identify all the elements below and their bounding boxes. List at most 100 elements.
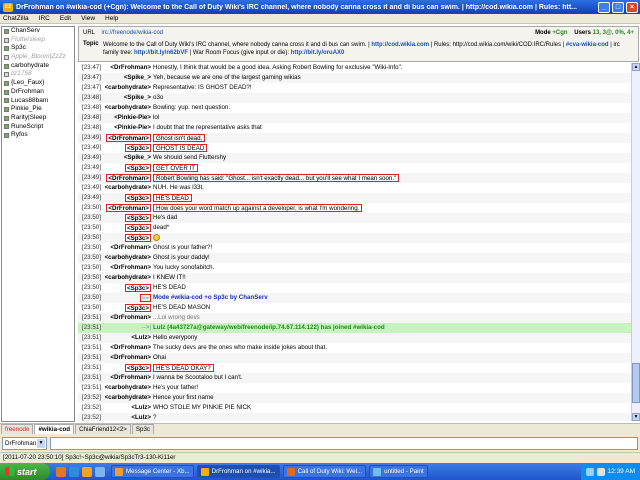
message-text: Hence your first name <box>153 394 214 401</box>
taskbar-window-button[interactable]: Call of Duty Wiki: Wel... <box>282 465 367 478</box>
network-icon[interactable] <box>585 467 594 476</box>
chat-line: [23:47] <carbohydrate> Representative: IS … <box>78 83 631 93</box>
message-nick[interactable]: <Sp3c> <box>124 164 151 172</box>
volume-icon[interactable] <box>596 467 605 476</box>
user-list-item[interactable]: DrFrohman <box>2 88 74 97</box>
message-nick[interactable]: <Spike_> <box>124 93 151 103</box>
chat-line: [23:51] <Lulz> Hello everypony <box>78 333 631 343</box>
message-nick[interactable]: <DrFrohman> <box>110 313 151 323</box>
message-nick[interactable]: <carbohydrate> <box>105 273 151 283</box>
message-nick[interactable]: <DrFrohman> <box>110 263 151 273</box>
user-list-item[interactable]: RuneScript <box>2 123 74 132</box>
user-list-item[interactable]: Sp3c <box>2 44 74 53</box>
user-list-item[interactable]: liz1758 <box>2 70 74 79</box>
message-text: Bowling: yup. next question. <box>153 104 231 111</box>
message-nick[interactable]: <DrFrohman> <box>106 134 151 142</box>
view-tab[interactable]: freenode <box>1 424 34 434</box>
window-title-bar[interactable]: cz DrFrohman on #wikia-cod (+Cgn): Welco… <box>0 0 640 14</box>
taskbar-window-button[interactable]: Message Center - Xb... <box>111 465 194 478</box>
user-list-item[interactable]: Pinkie_Pie <box>2 105 74 114</box>
menu-help[interactable]: Help <box>105 15 118 22</box>
scroll-up-arrow-icon[interactable]: ▲ <box>632 63 640 71</box>
user-list-item[interactable]: Fluttersleep <box>2 36 74 45</box>
clock[interactable]: 12:39 AM <box>608 468 635 475</box>
channel-topic[interactable]: Welcome to the Call of Duty Wiki's IRC c… <box>103 41 631 57</box>
message-nick[interactable]: <Sp3c> <box>124 224 151 232</box>
chat-line: [23:48] <Spike_> o3o <box>78 93 631 103</box>
message-nick[interactable]: <Spike_> <box>124 73 151 83</box>
chat-scrollbar[interactable]: ▲ ▼ <box>631 63 640 421</box>
scroll-down-arrow-icon[interactable]: ▼ <box>632 413 640 421</box>
taskbar-window-button[interactable]: DrFrohman on #wikia... <box>196 465 280 478</box>
message-nick[interactable]: <Pinkie-Pie> <box>114 113 151 123</box>
message-nick[interactable]: <carbohydrate> <box>105 383 151 393</box>
topic-link-wiki[interactable]: http://cod.wikia.com <box>371 42 429 48</box>
message-nick[interactable]: <carbohydrate> <box>105 183 151 193</box>
message-nick[interactable]: <Lulz> <box>131 333 151 343</box>
user-list-item[interactable]: Lucas88bam <box>2 97 74 106</box>
message-nick[interactable]: <DrFrohman> <box>106 174 151 182</box>
message-nick[interactable]: <Sp3c> <box>124 234 151 242</box>
scroll-thumb[interactable] <box>632 363 640 403</box>
message-nick[interactable]: <Spike_> <box>124 153 151 163</box>
ie-icon[interactable] <box>69 466 79 477</box>
chat-line: [23:50] <carbohydrate> Ghost is your daddy… <box>78 253 631 263</box>
menu-chatzilla[interactable]: ChatZilla <box>3 15 29 22</box>
taskbar-window-button[interactable]: untitled - Paint <box>369 465 428 478</box>
message-nick[interactable]: <Lulz> <box>131 413 151 421</box>
message-nick[interactable]: <DrFrohman> <box>110 343 151 353</box>
media-player-icon[interactable] <box>82 466 92 477</box>
view-tab[interactable]: Sp3c <box>131 424 155 434</box>
user-list[interactable]: ChanServ Fluttersleep Sp3c Apple_Bloom|ZzZz… <box>1 26 75 422</box>
chat-line: [23:49] <DrFrohman> Robert Bowling has sai… <box>78 173 631 183</box>
message-nick[interactable]: <carbohydrate> <box>105 83 151 93</box>
message-nick[interactable]: <carbohydrate> <box>105 393 151 403</box>
message-nick[interactable]: <Sp3c> <box>124 144 151 152</box>
message-nick[interactable]: -->| <box>142 323 151 333</box>
minimize-button[interactable]: _ <box>598 1 610 13</box>
message-nick[interactable]: <Sp3c> <box>124 304 151 312</box>
message-input[interactable] <box>50 436 638 450</box>
start-button[interactable]: start <box>0 463 50 480</box>
user-list-item[interactable]: Rarity|Sleep <box>2 114 74 123</box>
menu-view[interactable]: View <box>81 15 95 22</box>
windows-logo-icon <box>5 467 14 476</box>
chat-log[interactable]: [23:47] <DrFrohman> Honestly, I think that… <box>78 63 631 421</box>
channel-url[interactable]: irc://freenode/wikia-cod <box>101 30 163 36</box>
message-nick[interactable]: <Sp3c> <box>124 194 151 202</box>
message-nick[interactable]: <Sp3c> <box>124 284 151 292</box>
message-nick[interactable]: <DrFrohman> <box>110 353 151 363</box>
chat-line: [23:50] <Sp3c> HE'S DEAD <box>78 283 631 293</box>
user-list-item[interactable]: ChanServ <box>2 27 74 36</box>
user-list-item[interactable]: carbohydrate <box>2 62 74 71</box>
topic-link-family-tree[interactable]: http://bit.ly/n62bVF <box>134 50 188 56</box>
user-list-item[interactable]: Apple_Bloom|ZzZz <box>2 53 74 62</box>
message-nick[interactable]: <DrFrohman> <box>110 373 151 383</box>
chat-line: [23:51] <DrFrohman> Ohai <box>78 353 631 363</box>
maximize-button[interactable]: □ <box>612 1 624 13</box>
message-nick[interactable]: <DrFrohman> <box>110 63 151 73</box>
topic-link-war-room[interactable]: http://bit.ly/oruAX0 <box>291 50 345 56</box>
close-button[interactable]: × <box>626 1 638 13</box>
message-timestamp: [23:47] <box>82 84 101 91</box>
view-tab[interactable]: ChiaFriend12<2> <box>75 424 131 434</box>
message-nick[interactable]: <Sp3c> <box>124 364 151 372</box>
message-nick[interactable]: <carbohydrate> <box>105 253 151 263</box>
user-list-item[interactable]: Ryfos <box>2 131 74 140</box>
message-nick[interactable]: <DrFrohman> <box>110 243 151 253</box>
message-nick[interactable]: <carbohydrate> <box>105 103 151 113</box>
message-timestamp: [23:50] <box>82 254 101 261</box>
message-nick[interactable]: <Lulz> <box>131 403 151 413</box>
message-nick[interactable]: == <box>139 294 151 302</box>
message-nick[interactable]: <DrFrohman> <box>106 204 151 212</box>
topic-link-channel[interactable]: #cva-wikia-cod <box>566 42 609 48</box>
show-desktop-icon[interactable] <box>95 466 105 477</box>
user-list-item[interactable]: {Leo_Faux} <box>2 79 74 88</box>
menu-edit[interactable]: Edit <box>60 15 71 22</box>
firefox-icon[interactable] <box>56 466 66 477</box>
message-nick[interactable]: <Pinkie-Pie> <box>114 123 151 133</box>
nickname-button[interactable]: DrFrohman ▼ <box>2 436 47 450</box>
message-nick[interactable]: <Sp3c> <box>124 214 151 222</box>
view-tab[interactable]: #wikia-cod <box>34 424 75 434</box>
menu-irc[interactable]: IRC <box>39 15 50 22</box>
